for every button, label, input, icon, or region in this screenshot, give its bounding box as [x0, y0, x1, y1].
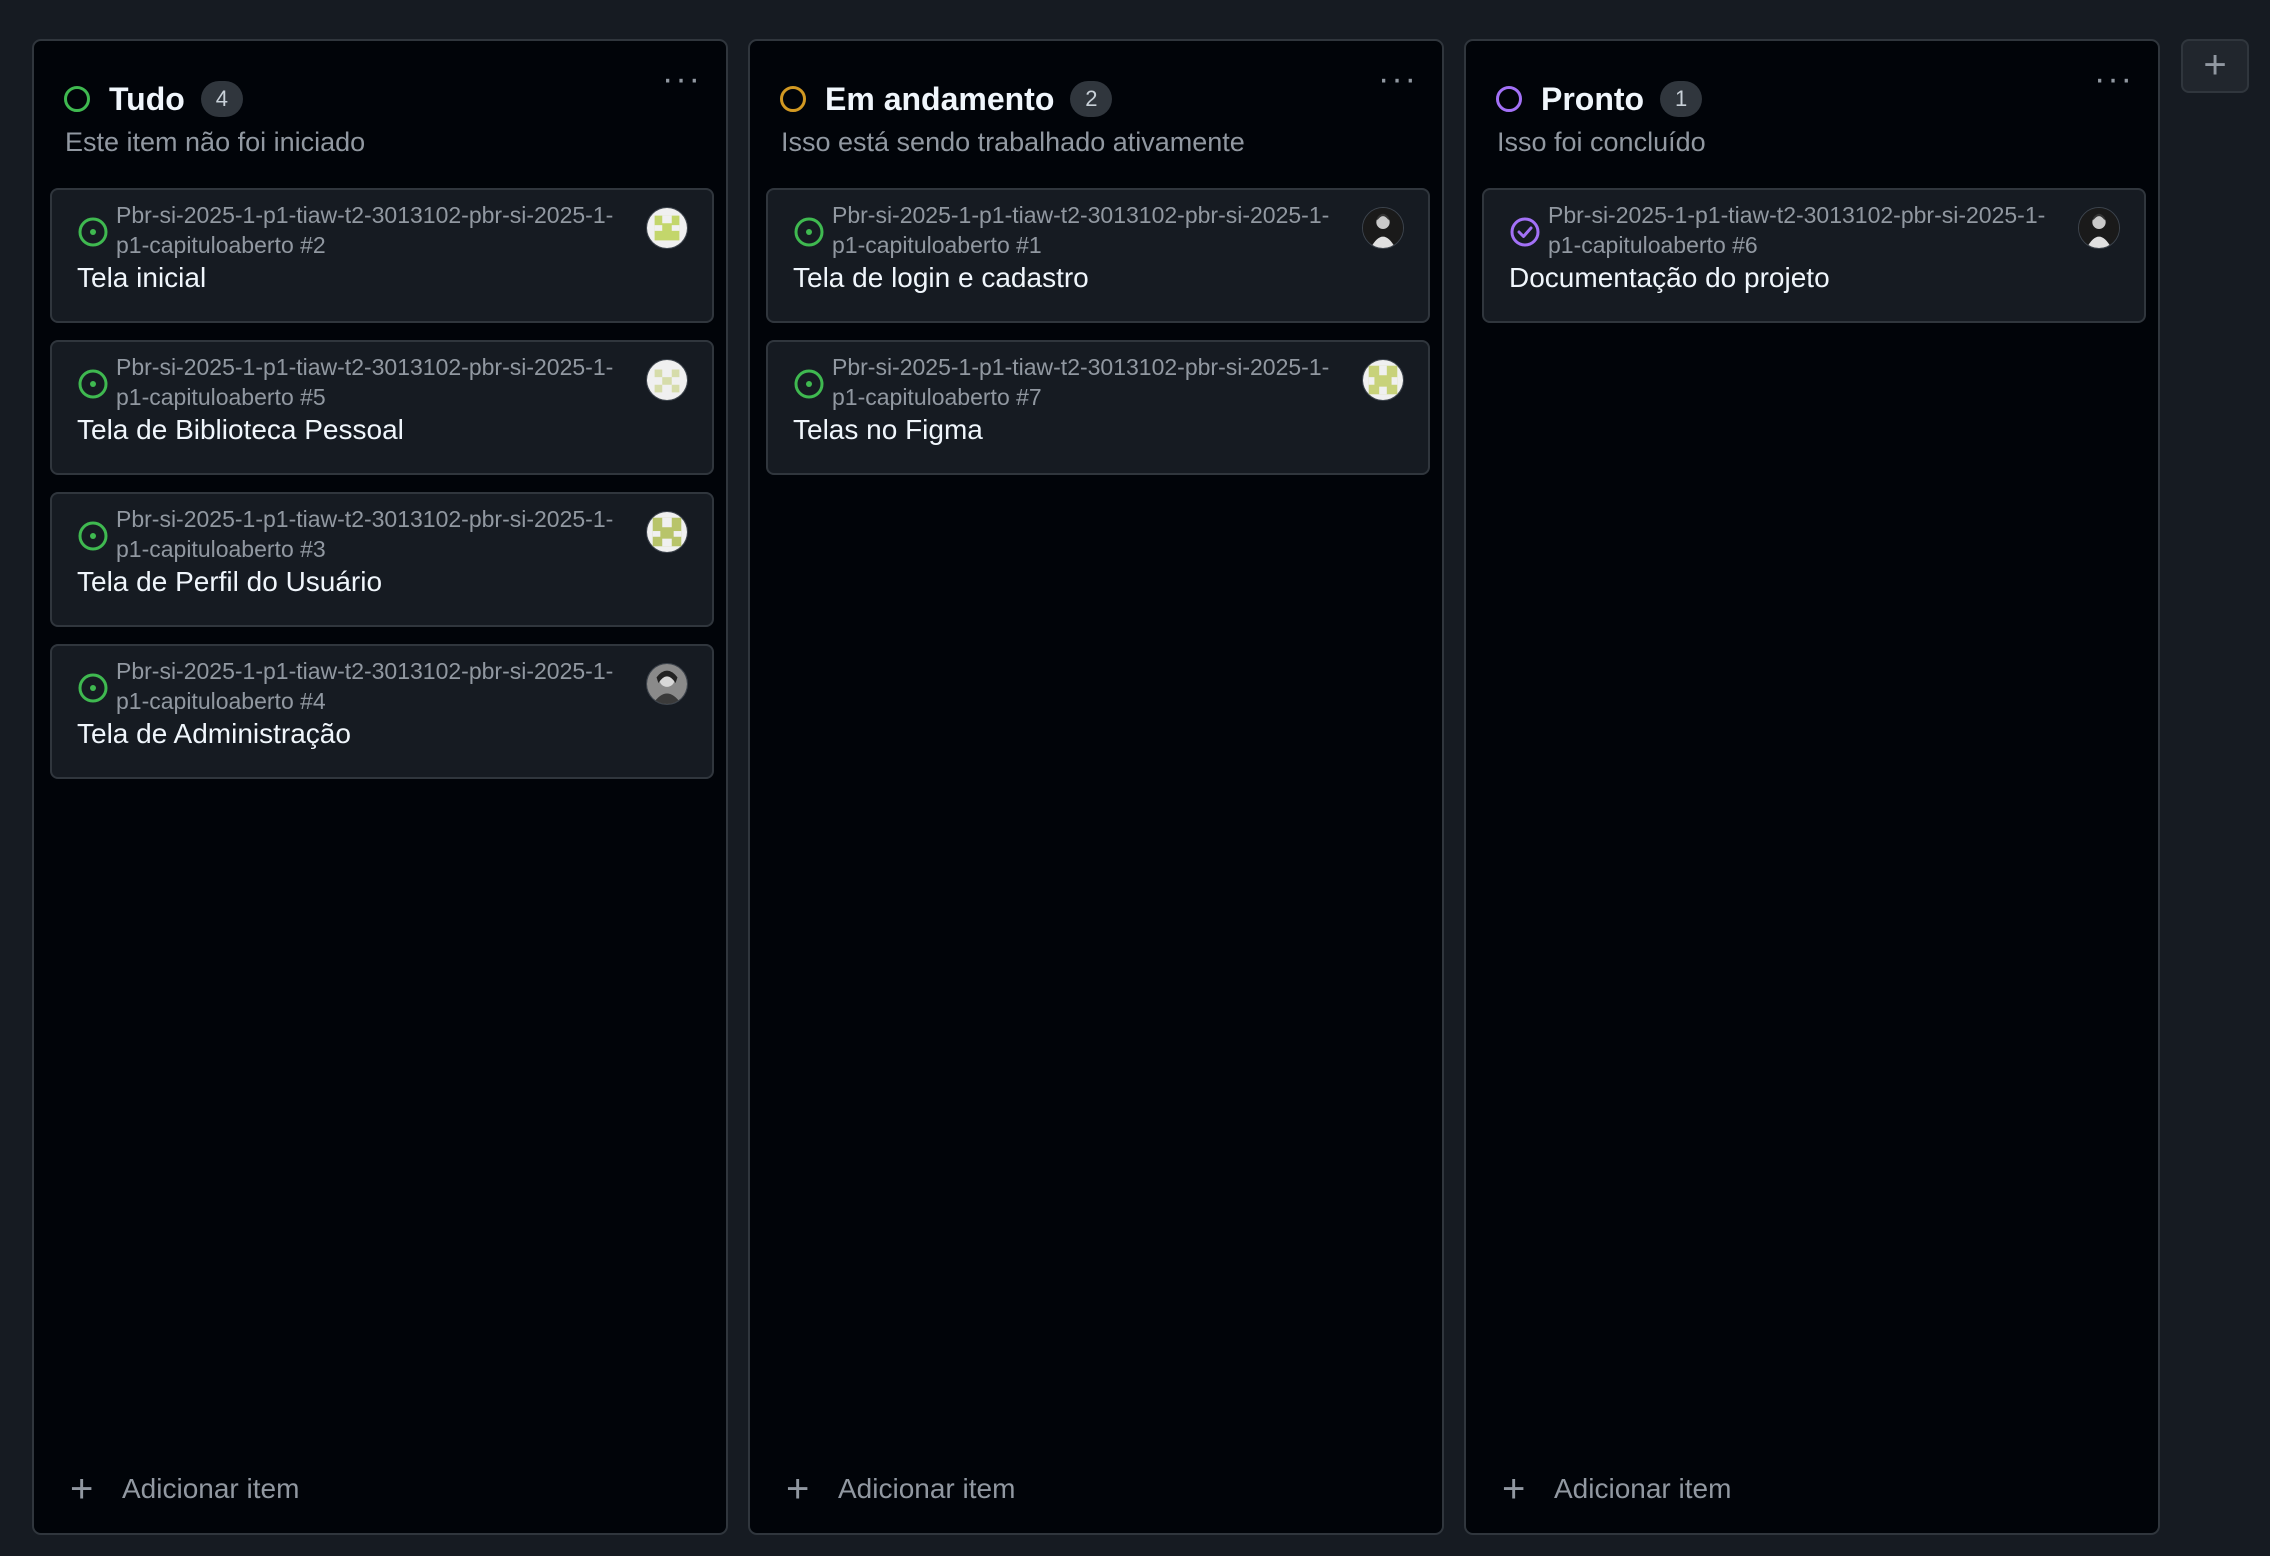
- column-description: Isso foi concluído: [1497, 127, 1706, 157]
- issue-open-icon: [78, 521, 108, 551]
- plus-icon: +: [786, 1467, 810, 1511]
- plus-icon: +: [1502, 1467, 1526, 1511]
- column-header: Em andamento 2: [780, 71, 1412, 127]
- add-item-label: Adicionar item: [1554, 1473, 1732, 1504]
- card-title[interactable]: Telas no Figma: [793, 414, 983, 446]
- column-count-badge: 2: [1070, 81, 1113, 117]
- column-done: Pronto 1 ··· Isso foi concluído Pbr-si-2…: [1464, 39, 2160, 1535]
- add-column-button[interactable]: +: [2181, 39, 2249, 93]
- column-title: Em andamento: [825, 80, 1055, 117]
- assignee-avatar[interactable]: [646, 359, 688, 401]
- issue-open-icon: [78, 673, 108, 703]
- assignee-avatar[interactable]: [1362, 207, 1404, 249]
- card-title[interactable]: Documentação do projeto: [1509, 262, 1830, 294]
- column-title: Pronto: [1541, 80, 1645, 117]
- assignee-avatar[interactable]: [646, 207, 688, 249]
- add-item-button[interactable]: + Adicionar item: [786, 1469, 1015, 1509]
- issue-closed-icon: [1510, 217, 1540, 247]
- column-count-badge: 1: [1660, 81, 1703, 117]
- issue-open-icon: [78, 369, 108, 399]
- column-description: Este item não foi iniciado: [65, 127, 366, 157]
- card-title[interactable]: Tela de Perfil do Usuário: [77, 566, 382, 598]
- card-reference: Pbr-si-2025-1-p1-tiaw-t2-3013102-pbr-si-…: [116, 506, 614, 562]
- status-circle-icon: [1496, 86, 1522, 112]
- issue-open-icon: [78, 217, 108, 247]
- column-count-badge: 4: [200, 81, 243, 117]
- card[interactable]: Pbr-si-2025-1-p1-tiaw-t2-3013102-pbr-si-…: [766, 340, 1430, 475]
- add-item-label: Adicionar item: [838, 1473, 1016, 1504]
- card-title[interactable]: Tela inicial: [77, 262, 206, 294]
- add-item-label: Adicionar item: [122, 1473, 300, 1504]
- assignee-avatar[interactable]: [1362, 359, 1404, 401]
- add-item-button[interactable]: + Adicionar item: [1502, 1469, 1731, 1509]
- card-title[interactable]: Tela de login e cadastro: [793, 262, 1089, 294]
- issue-open-icon: [794, 217, 824, 247]
- card-title[interactable]: Tela de Biblioteca Pessoal: [77, 414, 404, 446]
- card[interactable]: Pbr-si-2025-1-p1-tiaw-t2-3013102-pbr-si-…: [50, 644, 714, 779]
- column-menu-button[interactable]: ···: [2088, 62, 2140, 105]
- card-reference: Pbr-si-2025-1-p1-tiaw-t2-3013102-pbr-si-…: [832, 202, 1330, 258]
- assignee-avatar[interactable]: [2078, 207, 2120, 249]
- plus-icon: +: [70, 1467, 94, 1511]
- card-reference: Pbr-si-2025-1-p1-tiaw-t2-3013102-pbr-si-…: [116, 354, 614, 410]
- status-circle-icon: [780, 86, 806, 112]
- card-reference: Pbr-si-2025-1-p1-tiaw-t2-3013102-pbr-si-…: [1548, 202, 2046, 258]
- column-todo: Tudo 4 ··· Este item não foi iniciado Pb…: [32, 39, 728, 1535]
- column-header: Tudo 4: [64, 71, 696, 127]
- issue-open-icon: [794, 369, 824, 399]
- column-menu-button[interactable]: ···: [1372, 62, 1424, 105]
- card[interactable]: Pbr-si-2025-1-p1-tiaw-t2-3013102-pbr-si-…: [50, 340, 714, 475]
- add-item-button[interactable]: + Adicionar item: [70, 1469, 299, 1509]
- column-menu-button[interactable]: ···: [656, 62, 708, 105]
- card-reference: Pbr-si-2025-1-p1-tiaw-t2-3013102-pbr-si-…: [116, 658, 614, 714]
- status-circle-icon: [64, 86, 90, 112]
- card[interactable]: Pbr-si-2025-1-p1-tiaw-t2-3013102-pbr-si-…: [50, 492, 714, 627]
- card-reference: Pbr-si-2025-1-p1-tiaw-t2-3013102-pbr-si-…: [116, 202, 614, 258]
- column-title: Tudo: [109, 80, 185, 117]
- assignee-avatar[interactable]: [646, 663, 688, 705]
- assignee-avatar[interactable]: [646, 511, 688, 553]
- card-title[interactable]: Tela de Administração: [77, 718, 351, 750]
- column-in-progress: Em andamento 2 ··· Isso está sendo traba…: [748, 39, 1444, 1535]
- card[interactable]: Pbr-si-2025-1-p1-tiaw-t2-3013102-pbr-si-…: [1482, 188, 2146, 323]
- card[interactable]: Pbr-si-2025-1-p1-tiaw-t2-3013102-pbr-si-…: [50, 188, 714, 323]
- card-reference: Pbr-si-2025-1-p1-tiaw-t2-3013102-pbr-si-…: [832, 354, 1330, 410]
- column-description: Isso está sendo trabalhado ativamente: [781, 127, 1245, 157]
- card[interactable]: Pbr-si-2025-1-p1-tiaw-t2-3013102-pbr-si-…: [766, 188, 1430, 323]
- column-header: Pronto 1: [1496, 71, 2128, 127]
